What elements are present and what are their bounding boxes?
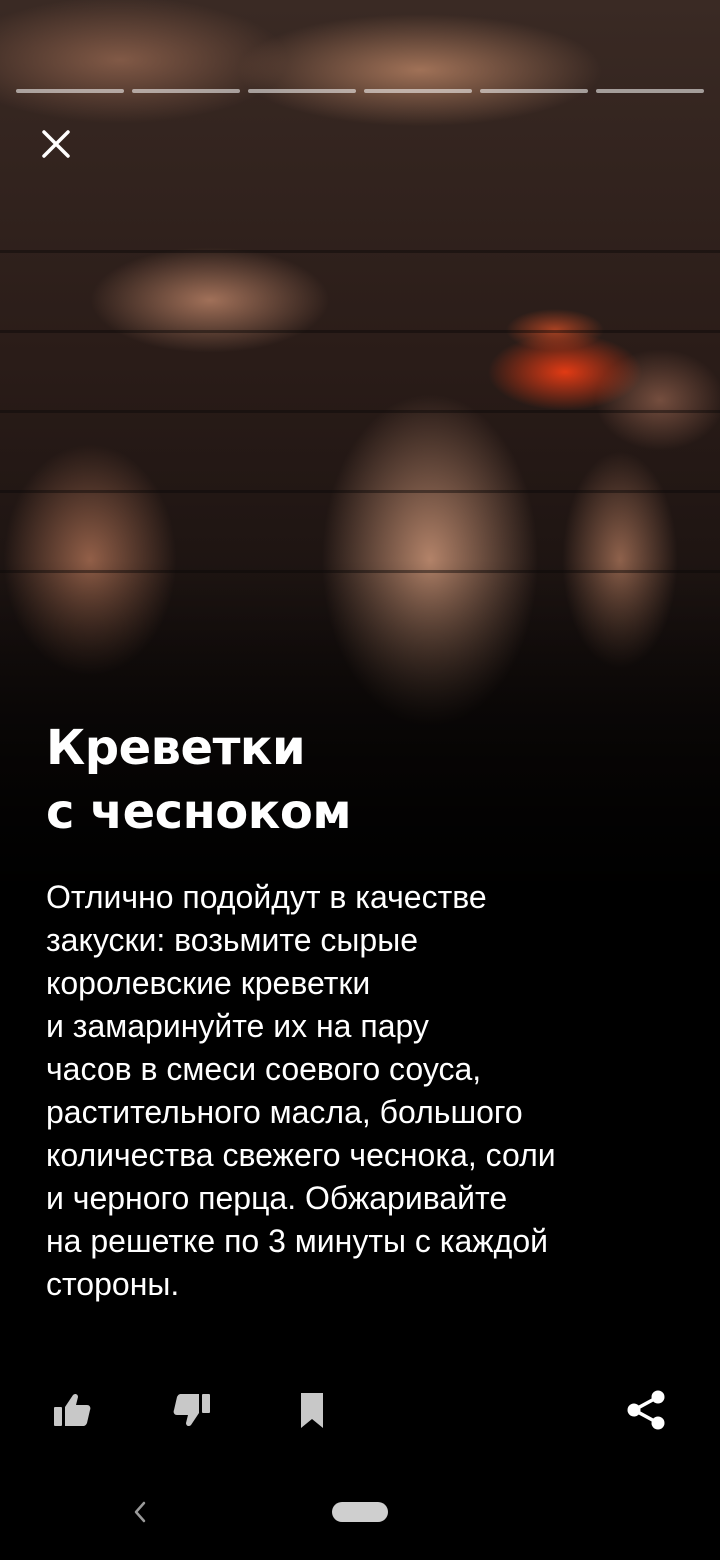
title-line: с чесноком	[46, 784, 352, 840]
dislike-button[interactable]	[162, 1378, 222, 1442]
story-title: Креветки с чесноком	[46, 716, 666, 844]
system-nav-bar	[0, 1470, 720, 1560]
progress-segment	[16, 89, 124, 93]
nav-back-button[interactable]	[120, 1492, 160, 1532]
grill-bar	[0, 410, 720, 413]
description-line: часов в смеси соевого соуса,	[46, 1051, 482, 1087]
grill-bar	[0, 330, 720, 333]
progress-segment	[248, 89, 356, 93]
thumbs-down-icon	[173, 1394, 210, 1427]
progress-segment	[480, 89, 588, 93]
close-button[interactable]	[36, 124, 76, 164]
progress-segment	[364, 89, 472, 93]
chevron-left-icon	[134, 1501, 146, 1523]
like-button[interactable]	[42, 1378, 102, 1442]
title-line: Креветки	[46, 720, 306, 776]
description-line: закуски: возьмите сырые	[46, 922, 418, 958]
share-button[interactable]	[616, 1378, 676, 1442]
grill-bar	[0, 490, 720, 493]
close-icon	[42, 130, 70, 158]
grill-bar	[0, 250, 720, 253]
description-line: Отлично подойдут в качестве	[46, 879, 487, 915]
share-icon	[627, 1390, 665, 1430]
nav-home-pill[interactable]	[332, 1502, 388, 1522]
thumbs-up-icon	[54, 1393, 91, 1426]
story-description: Отлично подойдут в качестве закуски: воз…	[46, 876, 686, 1306]
progress-segment	[132, 89, 240, 93]
bookmark-icon	[301, 1393, 323, 1428]
description-line: королевские креветки	[46, 965, 371, 1001]
bookmark-button[interactable]	[282, 1378, 342, 1442]
description-line: растительного масла, большого	[46, 1094, 523, 1130]
description-line: стороны.	[46, 1266, 180, 1302]
story-actions	[0, 1378, 720, 1448]
description-line: и черного перца. Обжаривайте	[46, 1180, 508, 1216]
description-line: количества свежего чеснока, соли	[46, 1137, 556, 1173]
description-line: на решетке по 3 минуты с каждой	[46, 1223, 548, 1259]
progress-segment	[596, 89, 704, 93]
description-line: и замаринуйте их на пару	[46, 1008, 429, 1044]
story-progress	[16, 89, 704, 93]
